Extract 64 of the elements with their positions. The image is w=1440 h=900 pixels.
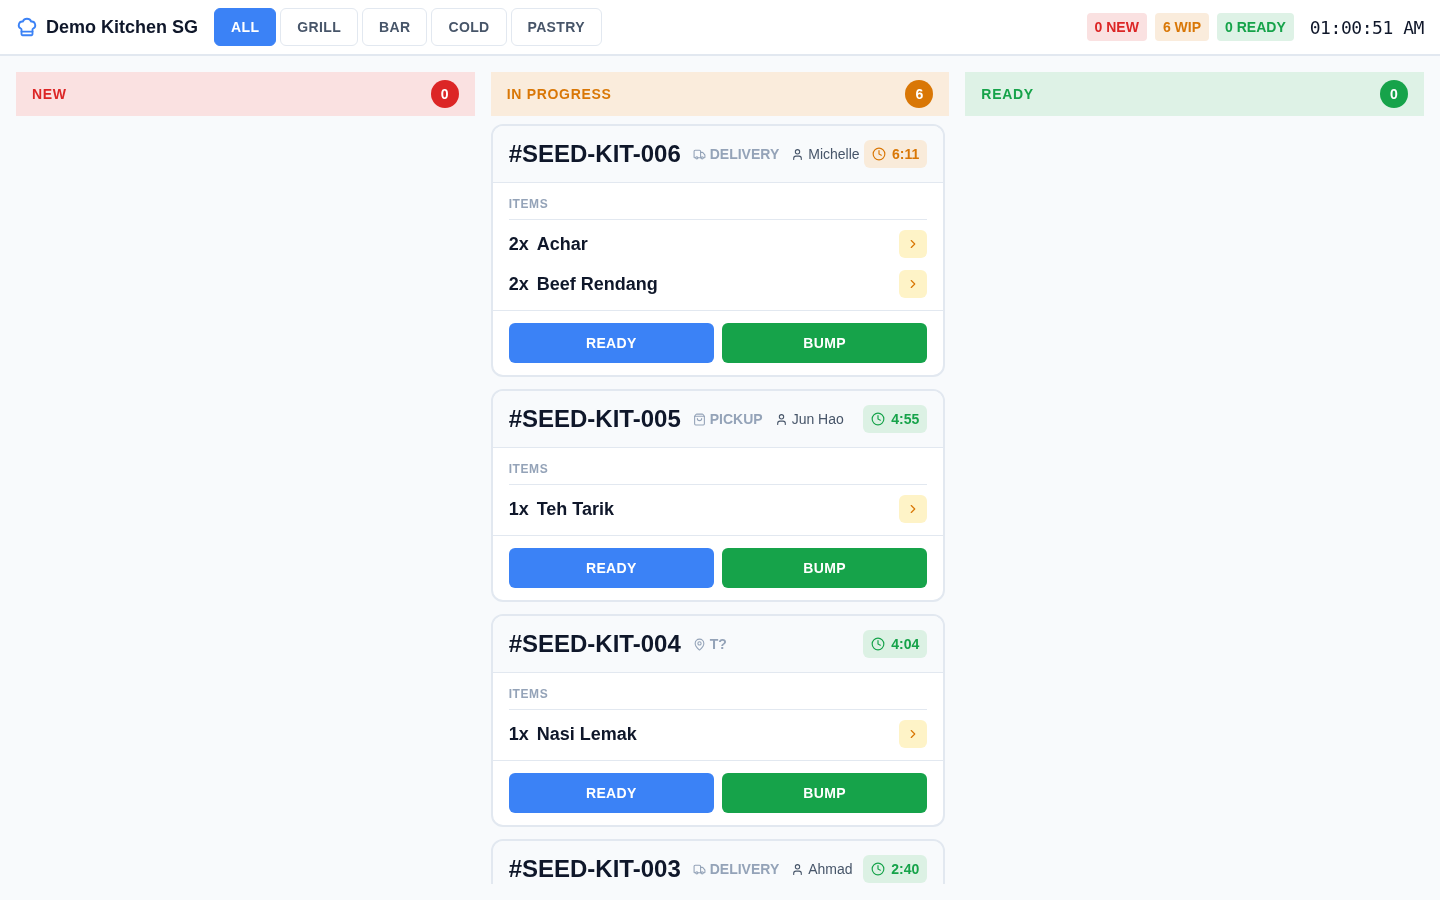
bump-button[interactable]: BUMP (722, 323, 928, 363)
ready-button[interactable]: READY (508, 323, 714, 363)
item-name: Nasi Lemak (536, 722, 637, 746)
ready-button[interactable]: READY (508, 773, 714, 813)
count-badge: 0 (430, 80, 459, 108)
item-quantity: 1x (508, 722, 529, 746)
truck-icon (692, 147, 706, 161)
station-tab[interactable]: GRILL (280, 8, 359, 46)
items-heading: ITEMS (508, 460, 928, 485)
order-type: PICKUP (692, 408, 763, 430)
column-title: NEW (32, 84, 67, 104)
person-icon (791, 862, 805, 876)
item-expand-button[interactable] (899, 230, 928, 258)
order-type: T? (692, 633, 727, 655)
item-expand-button[interactable] (899, 495, 928, 523)
customer-name: Jun Hao (774, 408, 844, 430)
app-title: Demo Kitchen SG (46, 15, 199, 39)
ready-button[interactable]: READY (508, 548, 714, 588)
item-expand-button[interactable] (899, 270, 928, 298)
status-count-badge: 0 READY (1217, 13, 1294, 41)
item-quantity: 1x (508, 497, 529, 521)
item-quantity: 2x (508, 232, 529, 256)
chef-hat-icon (16, 16, 38, 38)
count-badge: 0 (1380, 80, 1408, 108)
clock-icon (872, 147, 887, 161)
items-heading: ITEMS (508, 685, 928, 710)
bump-button[interactable]: BUMP (722, 548, 928, 588)
timer-badge: 4:55 (863, 405, 928, 433)
item-name: Beef Rendang (536, 272, 658, 296)
person-icon (791, 147, 805, 161)
clock-icon (871, 637, 886, 651)
column-title: IN PROGRESS (506, 84, 612, 104)
clock: 01:00:51 AM (1309, 15, 1424, 40)
order-type: DELIVERY (692, 143, 780, 165)
customer-name: Ahmad (791, 858, 853, 880)
clock-icon (871, 862, 886, 876)
timer-badge: 4:04 (863, 630, 928, 658)
station-tab[interactable]: ALL (214, 8, 277, 46)
count-badge: 6 (905, 80, 934, 108)
status-count-badge: 6 WIP (1154, 13, 1210, 41)
item-quantity: 2x (508, 272, 529, 296)
column-title: READY (981, 84, 1034, 104)
station-tab[interactable]: COLD (431, 8, 507, 46)
map-pin-icon (692, 637, 706, 651)
customer-name: Michelle (791, 143, 860, 165)
station-tab[interactable]: BAR (362, 8, 428, 46)
order-number: #SEED-KIT-003 (508, 854, 681, 884)
station-tab[interactable]: PASTRY (510, 8, 602, 46)
truck-icon (692, 862, 706, 876)
bag-icon (692, 412, 706, 426)
item-name: Teh Tarik (536, 497, 615, 521)
order-number: #SEED-KIT-006 (508, 139, 681, 169)
order-type: DELIVERY (692, 858, 780, 880)
timer-badge: 2:40 (863, 855, 928, 883)
order-number: #SEED-KIT-005 (508, 404, 681, 434)
order-number: #SEED-KIT-004 (508, 629, 681, 659)
items-heading: ITEMS (508, 195, 928, 220)
item-name: Achar (536, 232, 588, 256)
person-icon (774, 412, 788, 426)
status-count-badge: 0 NEW (1086, 13, 1147, 41)
timer-badge: 6:11 (864, 140, 928, 168)
clock-icon (871, 412, 886, 426)
bump-button[interactable]: BUMP (722, 773, 928, 813)
item-expand-button[interactable] (899, 720, 928, 748)
